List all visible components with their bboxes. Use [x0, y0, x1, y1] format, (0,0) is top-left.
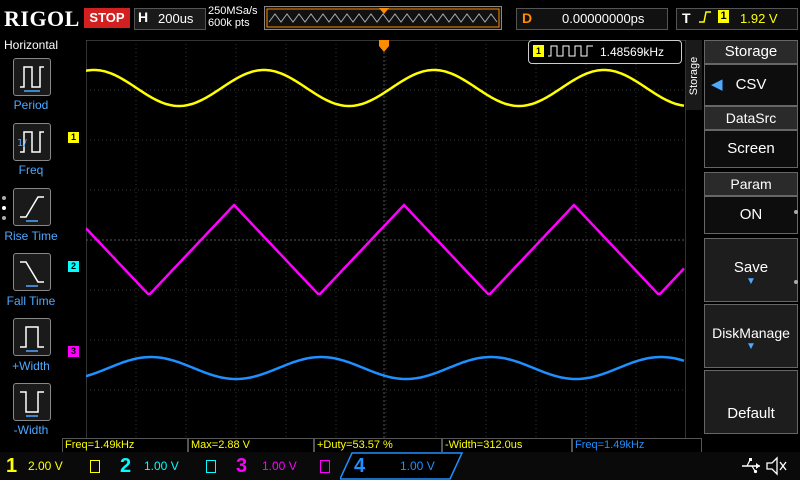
freq-button[interactable]: 1/ [13, 123, 51, 161]
left-scroll-dot [2, 216, 6, 220]
neg-width-label: -Width [13, 423, 49, 437]
freq-icon: 1/ [17, 131, 44, 153]
period-button[interactable] [13, 58, 51, 96]
measure-category-title: Horizontal [4, 38, 59, 52]
ch4-scale[interactable]: 1.00 V [400, 459, 435, 473]
measure-neg-width[interactable]: -Width=312.0us [442, 438, 572, 453]
storage-title: Storage [704, 40, 798, 64]
memory-depth: 600k pts [208, 17, 250, 29]
trigger-position-icon [379, 8, 389, 14]
fall-time-icon [20, 261, 44, 287]
ch4-number[interactable]: 4 [354, 455, 365, 478]
neg-width-icon [20, 391, 44, 417]
save-label: Save [733, 259, 769, 276]
rise-time-button[interactable] [13, 188, 51, 226]
memory-waveform-icon [266, 8, 500, 28]
param-button[interactable]: ON [704, 196, 798, 234]
trigger-letter: T [682, 10, 691, 26]
datasrc-label: DataSrc [704, 106, 798, 130]
run-stop-badge[interactable]: STOP [84, 8, 130, 28]
speaker-muted-icon[interactable] [764, 455, 788, 477]
period-label: Period [13, 98, 49, 112]
rise-time-label: Rise Time [4, 229, 58, 243]
usb-icon [742, 458, 760, 474]
ch2-coupling-icon [206, 460, 216, 473]
measure-freq-ch1[interactable]: Freq=1.49kHz [62, 438, 188, 453]
save-button[interactable]: Save ▼ [704, 238, 798, 302]
left-arrow-icon: ◀ [711, 76, 723, 93]
trigger-box[interactable] [676, 8, 798, 30]
brand-logo: RIGOL [4, 6, 80, 31]
param-label: Param [704, 172, 798, 196]
pos-width-button[interactable] [13, 318, 51, 356]
ch3-coupling-icon [320, 460, 330, 473]
fall-time-button[interactable] [13, 253, 51, 291]
datasrc-button[interactable]: Screen [704, 130, 798, 168]
waveform-display[interactable] [86, 40, 686, 440]
fall-time-label: Fall Time [6, 294, 56, 308]
ch1-level-marker[interactable]: 1 [68, 132, 79, 143]
trigger-level: 1.92 V [740, 11, 778, 26]
delay-letter: D [522, 10, 533, 26]
ch3-scale[interactable]: 1.00 V [262, 459, 297, 473]
pulse-icon [548, 45, 593, 57]
disk-manage-label: DiskManage [712, 325, 790, 341]
neg-width-button[interactable] [13, 383, 51, 421]
rise-time-icon [20, 196, 44, 222]
right-scroll-dot [794, 280, 798, 284]
ch1-scale[interactable]: 2.00 V [28, 459, 63, 473]
svg-text:1/: 1/ [17, 138, 27, 149]
pos-width-icon [20, 326, 44, 352]
timebase-value: 200us [158, 11, 194, 26]
period-icon [20, 66, 44, 92]
rising-edge-icon [699, 11, 711, 23]
datasrc-value: Screen [727, 140, 775, 157]
ch2-number[interactable]: 2 [120, 455, 131, 478]
freq-label: Freq [18, 163, 44, 177]
disk-manage-arrow-icon: ▼ [746, 341, 756, 352]
left-scroll-dot [2, 196, 6, 200]
measure-pos-duty[interactable]: +Duty=53.57 % [314, 438, 442, 453]
default-button[interactable]: Default [704, 370, 798, 434]
default-label: Default [727, 405, 775, 422]
ch2-scale[interactable]: 1.00 V [144, 459, 179, 473]
param-value: ON [739, 206, 763, 223]
memory-overview-bar[interactable] [264, 6, 502, 30]
storage-side-label: Storage [688, 56, 700, 96]
ch1-number[interactable]: 1 [6, 455, 17, 478]
measure-max[interactable]: Max=2.88 V [188, 438, 314, 453]
pos-width-label: +Width [12, 359, 50, 373]
right-scroll-dot [794, 210, 798, 214]
save-arrow-icon: ▼ [746, 276, 756, 287]
sample-rate: 250MSa/s [208, 5, 258, 17]
ch3-number[interactable]: 3 [236, 455, 247, 478]
timebase-letter: H [138, 9, 149, 25]
ch1-coupling-icon [90, 460, 100, 473]
delay-value: 0.00000000ps [562, 11, 645, 26]
ch3-level-marker[interactable]: 3 [68, 346, 79, 357]
ch2-level-marker[interactable]: 2 [68, 261, 79, 272]
storage-type-button[interactable]: ◀ CSV [704, 64, 798, 106]
storage-type-value: CSV [735, 76, 767, 93]
measure-freq-ch4[interactable]: Freq=1.49kHz [572, 438, 702, 453]
freq-counter-channel: 1 [533, 45, 544, 57]
disk-manage-button[interactable]: DiskManage ▼ [704, 304, 798, 368]
trigger-channel: 1 [718, 10, 729, 23]
left-scroll-dot [2, 206, 6, 210]
freq-counter-value: 1.48569kHz [600, 45, 665, 59]
